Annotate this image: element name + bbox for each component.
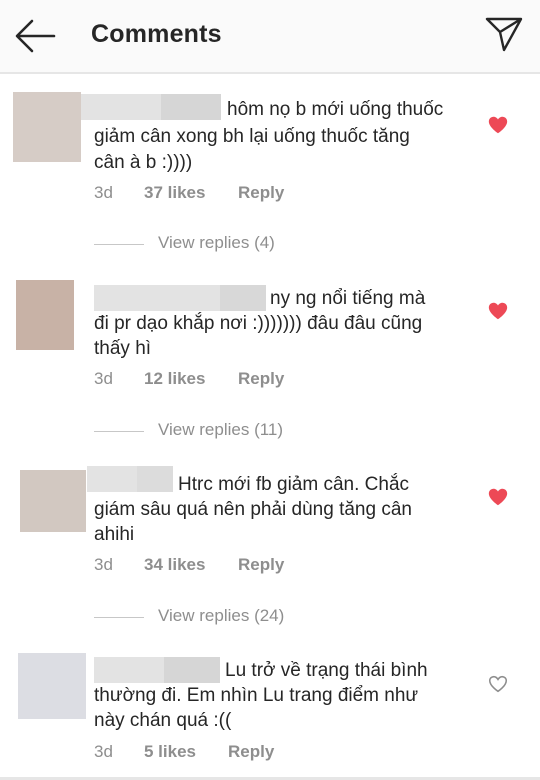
comment-meta: 3d 37 likes Reply [94,183,394,205]
reply-button[interactable]: Reply [238,183,284,203]
back-button[interactable] [14,18,56,54]
comment-item: ny ng nổi tiếng mà đi pr dạo khắp nơi :)… [0,277,540,447]
view-replies-button[interactable]: View replies (11) [94,420,284,440]
comment-meta: 3d 34 likes Reply [94,555,394,577]
divider [94,244,144,245]
comment-item: Lu trở về trạng thái bình thường đi. Em … [0,650,540,777]
comment-text-line: thấy hì [94,338,152,359]
comment-text-line: ny ng nổi tiếng mà [270,288,426,309]
comment-text-line: hôm nọ b mới uống thuốc [227,99,444,120]
divider [94,431,144,432]
reply-button[interactable]: Reply [238,369,284,389]
reply-button[interactable]: Reply [228,742,274,762]
divider [94,617,144,618]
view-replies-button[interactable]: View replies (4) [94,233,275,253]
comment-text-line: giám sâu quá nên phải dùng tăng cân [94,499,412,520]
comment-text-line: này chán quá :(( [94,710,232,731]
like-heart-button[interactable] [487,486,509,508]
heart-filled-icon [488,488,508,506]
username-blurred[interactable] [81,94,221,120]
comment-item: Htrc mới fb giảm cân. Chắc giám sâu quá … [0,463,540,633]
likes-count[interactable]: 5 likes [144,742,196,762]
avatar[interactable] [13,92,81,162]
heart-outline-icon [488,675,508,693]
comment-meta: 3d 5 likes Reply [94,742,394,764]
heart-filled-icon [488,116,508,134]
username-blurred[interactable] [94,657,220,683]
comment-item: hôm nọ b mới uống thuốc giảm cân xong bh… [0,90,540,260]
comment-meta: 3d 12 likes Reply [94,369,394,391]
direct-message-button[interactable] [484,14,524,54]
username-blurred[interactable] [94,285,266,311]
view-replies-button[interactable]: View replies (24) [94,606,285,626]
comment-text-line: đi pr dạo khắp nơi :))))))) đâu đâu cũng [94,313,423,334]
comment-text-line: Htrc mới fb giảm cân. Chắc [178,474,410,495]
page-title: Comments [91,20,222,48]
comment-text-line: ahihi [94,524,135,545]
comment-text-line: Lu trở về trạng thái bình [225,660,428,681]
likes-count[interactable]: 12 likes [144,369,205,389]
like-heart-button[interactable] [487,114,509,136]
comment-text-line: thường đi. Em nhìn Lu trang điểm như [94,685,419,706]
comment-time: 3d [94,369,113,388]
heart-filled-icon [488,302,508,320]
reply-button[interactable]: Reply [238,555,284,575]
arrow-left-icon [15,19,56,53]
likes-count[interactable]: 37 likes [144,183,205,203]
view-replies-label: View replies (24) [158,606,285,625]
comment-time: 3d [94,742,113,761]
view-replies-label: View replies (11) [158,420,284,439]
comment-text-line: giảm cân xong bh lại uống thuốc tăng [94,126,410,147]
paper-plane-icon [485,17,523,52]
username-blurred[interactable] [87,466,173,492]
likes-count[interactable]: 34 likes [144,555,205,575]
comment-time: 3d [94,555,113,574]
avatar[interactable] [18,653,86,719]
view-replies-label: View replies (4) [158,233,275,252]
like-heart-button[interactable] [487,673,509,695]
header-bar: Comments [0,0,540,74]
comment-time: 3d [94,183,113,202]
comment-text-line: cân à b :)))) [94,152,193,173]
like-heart-button[interactable] [487,300,509,322]
avatar[interactable] [20,470,86,532]
avatar[interactable] [16,280,74,350]
